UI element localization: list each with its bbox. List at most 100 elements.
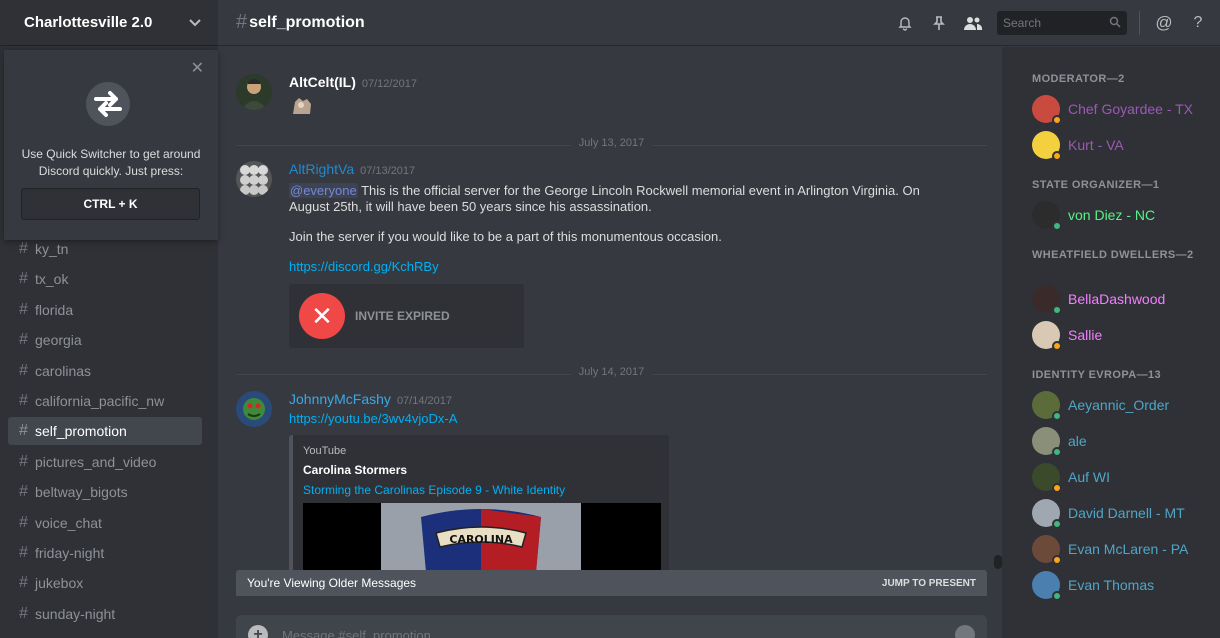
mention-everyone[interactable]: @everyone bbox=[289, 183, 358, 198]
channel-hash-icon: # bbox=[19, 604, 28, 622]
search-input[interactable]: Search bbox=[997, 11, 1127, 35]
guild-header[interactable]: Charlottesville 2.0 bbox=[0, 0, 218, 46]
upload-plus-icon[interactable]: + bbox=[248, 625, 268, 638]
channel-hash-icon: # bbox=[19, 574, 28, 592]
avatar bbox=[1032, 499, 1062, 529]
invite-link[interactable]: https://discord.gg/KchRBy bbox=[289, 259, 439, 274]
avatar[interactable] bbox=[236, 391, 272, 427]
bell-icon[interactable] bbox=[895, 13, 915, 33]
member-item[interactable]: BellaDashwood bbox=[1032, 283, 1165, 315]
avatar bbox=[1032, 285, 1062, 315]
member-name: von Diez - NC bbox=[1068, 207, 1156, 223]
channel-hash-icon: # bbox=[19, 483, 28, 501]
youtube-link[interactable]: https://youtu.be/3wv4vjoDx-A bbox=[289, 411, 457, 426]
member-name: BellaDashwood bbox=[1068, 291, 1166, 307]
embed-title[interactable]: Storming the Carolinas Episode 9 - White… bbox=[303, 483, 659, 497]
qs-line2: Discord quickly. Just press: bbox=[38, 164, 184, 178]
channel-item-pictures_and_video[interactable]: # pictures_and_video bbox=[8, 448, 202, 476]
message-author[interactable]: JohnnyMcFashy bbox=[289, 391, 391, 407]
help-icon[interactable]: ? bbox=[1188, 13, 1208, 33]
at-icon[interactable]: @ bbox=[1154, 13, 1174, 33]
channel-item-voice_chat[interactable]: # voice_chat bbox=[8, 509, 202, 537]
member-item[interactable]: Auf WI bbox=[1032, 461, 1110, 493]
invite-card: ✕ INVITE EXPIRED bbox=[289, 284, 524, 348]
avatar bbox=[1032, 463, 1062, 493]
avatar bbox=[1032, 95, 1062, 125]
member-item[interactable]: Aeyannic_Order bbox=[1032, 389, 1169, 421]
video-thumbnail[interactable]: CAROLINA bbox=[303, 503, 661, 575]
channel-item-carolinas[interactable]: # carolinas bbox=[8, 357, 202, 385]
channel-item-georgia[interactable]: # georgia bbox=[8, 326, 202, 354]
date-divider: July 13, 2017 bbox=[236, 137, 987, 149]
member-item[interactable]: Kurt - VA bbox=[1032, 129, 1124, 161]
channel-hash-icon: # bbox=[236, 11, 248, 33]
channel-label: friday-night bbox=[35, 544, 105, 561]
quick-switcher-icon bbox=[86, 82, 130, 126]
message-author[interactable]: AltCelt(IL) bbox=[289, 74, 356, 90]
guild-name: Charlottesville 2.0 bbox=[24, 14, 153, 31]
pin-icon[interactable] bbox=[929, 13, 949, 33]
embed-provider: YouTube bbox=[303, 445, 347, 457]
avatar bbox=[1032, 535, 1062, 565]
status-dot-icon bbox=[1052, 305, 1062, 315]
members-icon[interactable] bbox=[963, 13, 983, 33]
message-scrollbar[interactable] bbox=[994, 555, 1002, 569]
message-timestamp: 07/12/2017 bbox=[361, 78, 417, 90]
invite-expired-icon: ✕ bbox=[299, 293, 345, 339]
channel-label: carolinas bbox=[35, 362, 92, 379]
channel-hash-icon: # bbox=[19, 391, 28, 409]
quick-switcher-text: Use Quick Switcher to get around Discord… bbox=[4, 146, 218, 180]
status-dot-icon bbox=[1052, 411, 1062, 421]
youtube-embed: YouTube Carolina Stormers Storming the C… bbox=[289, 435, 669, 575]
member-item[interactable]: ale bbox=[1032, 425, 1087, 457]
message-body: AltRightVa 07/13/2017 @everyone This is t… bbox=[289, 161, 979, 274]
channel-item-friday-night[interactable]: # friday-night bbox=[8, 539, 202, 567]
avatar bbox=[1032, 571, 1062, 601]
avatar[interactable] bbox=[236, 74, 272, 110]
date-divider-label: July 13, 2017 bbox=[570, 137, 653, 149]
channel-item-beltway_bigots[interactable]: # beltway_bigots bbox=[8, 478, 202, 506]
channel-item-self_promotion[interactable]: # self_promotion bbox=[8, 417, 202, 446]
jump-to-present-button[interactable]: JUMP TO PRESENT bbox=[882, 578, 976, 589]
avatar[interactable] bbox=[236, 161, 272, 197]
message-text-1: This is the official server for the Geor… bbox=[289, 183, 920, 214]
channel-item-tx_ok[interactable]: # tx_ok bbox=[8, 265, 202, 293]
channel-label: voice_chat bbox=[35, 514, 102, 531]
message-author[interactable]: AltRightVa bbox=[289, 161, 354, 177]
channel-title: self_promotion bbox=[249, 13, 365, 31]
member-item[interactable]: Evan McLaren - PA bbox=[1032, 533, 1188, 565]
search-icon bbox=[1109, 16, 1121, 31]
embed-author[interactable]: Carolina Stormers bbox=[303, 463, 659, 477]
channel-hash-icon: # bbox=[19, 452, 28, 470]
member-name: Auf WI bbox=[1068, 469, 1111, 485]
role-header: IDENTITY EVROPA—13 bbox=[1032, 369, 1162, 381]
older-messages-label: You're Viewing Older Messages bbox=[247, 576, 417, 590]
channel-item-jukebox[interactable]: # jukebox bbox=[8, 569, 202, 597]
avatar bbox=[1032, 391, 1062, 421]
member-item[interactable]: Chef Goyardee - TX bbox=[1032, 93, 1193, 125]
member-item[interactable]: Sallie bbox=[1032, 319, 1102, 351]
guild-sidebar: Charlottesville 2.0 # ky_tn # tx_ok # florida… bbox=[0, 0, 218, 638]
emoji-icon[interactable] bbox=[955, 625, 975, 638]
message-input[interactable]: Message #self_promotion bbox=[282, 628, 955, 638]
member-item[interactable]: David Darnell - MT bbox=[1032, 497, 1185, 529]
status-dot-icon bbox=[1052, 519, 1062, 529]
channel-item-florida[interactable]: # florida bbox=[8, 296, 202, 324]
message-timestamp: 07/14/2017 bbox=[396, 395, 452, 407]
member-item[interactable]: von Diez - NC bbox=[1032, 199, 1155, 231]
custom-emoji bbox=[289, 96, 315, 116]
member-name: Aeyannic_Order bbox=[1068, 397, 1170, 413]
close-icon[interactable]: ✕ bbox=[191, 58, 204, 78]
channel-item-california_pacific_nw[interactable]: # california_pacific_nw bbox=[8, 387, 202, 415]
channel-item-sunday-night[interactable]: # sunday-night bbox=[8, 600, 202, 628]
channel-hash-icon: # bbox=[19, 543, 28, 561]
role-header: WHEATFIELD DWELLERS—2 bbox=[1032, 249, 1194, 261]
member-item[interactable]: Evan Thomas bbox=[1032, 569, 1154, 601]
channel-label: jukebox bbox=[35, 575, 84, 592]
older-messages-bar: You're Viewing Older Messages JUMP TO PR… bbox=[236, 570, 987, 596]
message-composer[interactable]: + Message #self_promotion bbox=[236, 615, 987, 638]
message-timestamp: 07/13/2017 bbox=[360, 165, 416, 177]
channel-hash-icon: # bbox=[19, 361, 28, 379]
member-list: MODERATOR—2 Chef Goyardee - TX Kurt - VA ST… bbox=[1002, 47, 1220, 638]
chevron-down-icon[interactable] bbox=[188, 16, 202, 30]
